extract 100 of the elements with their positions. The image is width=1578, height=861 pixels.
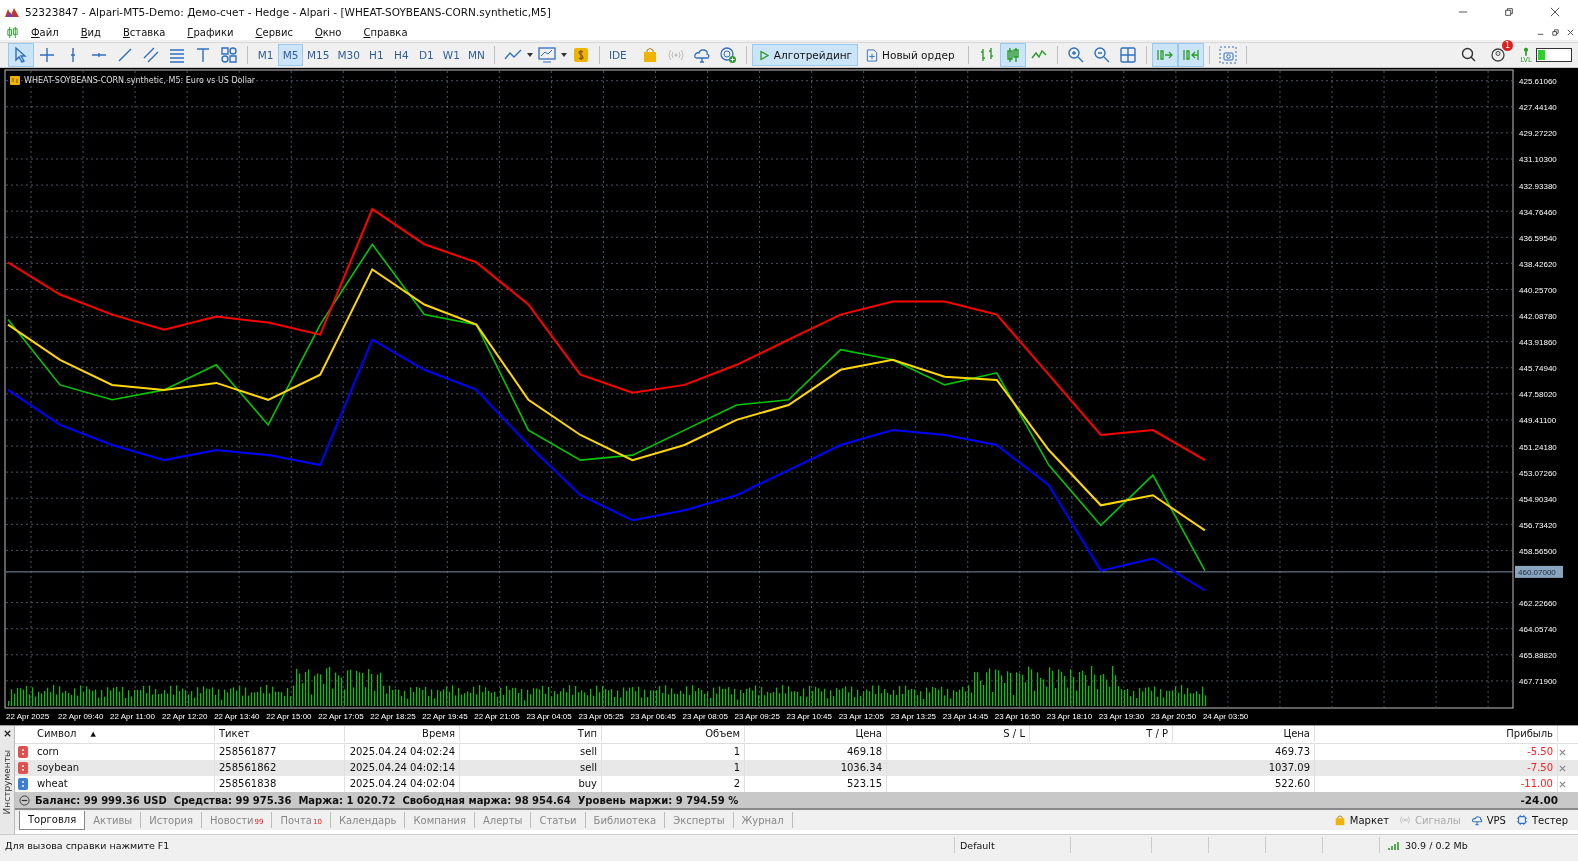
price-axis-label: 436.59540: [1519, 233, 1557, 243]
shopping-bag-icon: [1333, 814, 1346, 826]
restore-icon[interactable]: [1504, 7, 1514, 17]
timeframe-button[interactable]: D1: [413, 44, 439, 66]
status-help-text: Для вызова справки нажмите F1: [0, 837, 955, 853]
timeframe-button[interactable]: H1: [363, 44, 389, 66]
play-icon: [757, 48, 770, 62]
column-header[interactable]: Тип: [460, 726, 602, 743]
menu-item[interactable]: Сервис: [255, 26, 293, 38]
time-axis-label: 23 Apr 04:05: [526, 712, 572, 721]
timeframe-button[interactable]: MN: [463, 44, 489, 66]
menu-item[interactable]: Файл: [31, 26, 59, 38]
column-header[interactable]: Тикет: [215, 726, 345, 743]
column-label: Цена: [855, 727, 882, 742]
price-axis-label: 434.76460: [1519, 207, 1557, 217]
column-header[interactable]: Прибыль: [1315, 726, 1558, 743]
time-axis-label: 22 Apr 18:25: [370, 712, 416, 721]
chart-title: WHEAT-SOYBEANS-CORN.synthetic, M5: Euro vs US Dollar: [24, 76, 256, 85]
price-axis-label: 442.08780: [1519, 312, 1557, 322]
column-header[interactable]: Цена: [1173, 726, 1315, 743]
column-label: Прибыль: [1506, 727, 1553, 742]
column-label: Объем: [705, 727, 740, 742]
collapse-icon[interactable]: [19, 794, 30, 806]
column-header[interactable]: Цена: [745, 726, 887, 743]
price-axis-label: 431.10300: [1519, 155, 1557, 165]
column-label: Тип: [577, 727, 597, 742]
chart-shift-icon[interactable]: [1177, 43, 1204, 67]
panel-tab[interactable]: Почта$_{10}$: [272, 812, 331, 828]
panel-title: Инструменты: [2, 750, 12, 815]
candlestick-icon: [6, 25, 19, 39]
time-axis-label: 22 Apr 11:00: [110, 712, 155, 721]
time-axis-label: 22 Apr 19:45: [422, 712, 468, 721]
restore-icon[interactable]: [1551, 27, 1560, 37]
time-axis-label: 22 Apr 2025: [6, 712, 50, 721]
close-icon[interactable]: [1566, 27, 1575, 37]
time-axis-label: 22 Apr 17:05: [318, 712, 364, 721]
price-axis-label: 451.24180: [1519, 442, 1557, 452]
candlestick-icon[interactable]: [999, 43, 1026, 67]
autoscroll-icon[interactable]: [1151, 43, 1178, 67]
price-axis-label: 440.25700: [1519, 285, 1557, 295]
time-axis-label: 23 Apr 05:25: [578, 712, 624, 721]
timeframe-button[interactable]: M15: [303, 44, 334, 66]
time-axis-label: 23 Apr 08:05: [682, 712, 728, 721]
price-axis-label: 425.61060: [1519, 77, 1557, 87]
time-axis-label: 23 Apr 09:25: [734, 712, 780, 721]
column-header[interactable]: Время: [345, 726, 460, 743]
timeframe-button[interactable]: W1: [438, 44, 464, 66]
service-link[interactable]: VPS: [1470, 814, 1506, 826]
algotrading-button[interactable]: Алготрейдинг: [751, 44, 859, 66]
close-icon[interactable]: [1550, 7, 1560, 17]
time-axis-label: 22 Apr 21:05: [474, 712, 520, 721]
cursor-icon[interactable]: [8, 43, 34, 67]
time-axis-label: 23 Apr 14:45: [942, 712, 989, 721]
column-label: Символ: [37, 727, 77, 742]
panel-tab[interactable]: Новости$_{99}$: [202, 812, 273, 828]
time-axis-label: 23 Apr 13:25: [890, 712, 937, 721]
column-label: Тикет: [219, 727, 250, 742]
cloud-icon: [1470, 814, 1483, 826]
menu-item[interactable]: Графики: [187, 26, 234, 38]
status-profile: Default: [955, 837, 1071, 853]
app-logo-icon: [4, 6, 20, 18]
price-axis-label: 432.93380: [1519, 181, 1557, 191]
traffic-text: 30.9 / 0.2 Mb: [1405, 839, 1468, 851]
price-axis-label: 443.91860: [1519, 338, 1557, 348]
total-profit: -24.00: [1520, 794, 1558, 806]
price-axis-label: 465.88820: [1519, 651, 1557, 661]
timeframe-button[interactable]: M5: [278, 44, 303, 66]
current-price-label: 460.07000: [1515, 565, 1563, 578]
ref-line-label: 460.07000: [1518, 568, 1557, 578]
ide-button[interactable]: IDE: [604, 44, 631, 66]
signal-waves-icon: [1399, 814, 1411, 826]
panel-tab[interactable]: Торговля: [19, 810, 86, 830]
time-axis-label: 23 Apr 18:10: [1046, 712, 1093, 721]
time-axis-label: 24 Apr 03:50: [1202, 712, 1249, 721]
time-axis-label: 23 Apr 19:30: [1098, 712, 1145, 721]
column-header[interactable]: Объем: [602, 726, 745, 743]
price-axis-label: 427.44140: [1519, 103, 1557, 113]
price-axis-label: 438.42620: [1519, 259, 1557, 269]
new-order-button[interactable]: Новый ордер: [860, 44, 961, 66]
signal-bars-icon: [1388, 840, 1400, 850]
price-axis-label: 449.41100: [1519, 416, 1557, 426]
menu-item[interactable]: Справка: [363, 26, 408, 38]
service-link[interactable]: Маркет: [1333, 814, 1389, 826]
price-axis-label: 429.27220: [1519, 129, 1557, 139]
price-axis-label: 462.22660: [1519, 599, 1557, 609]
column-header[interactable]: T / P: [1030, 726, 1173, 743]
timeframe-button[interactable]: M1: [253, 44, 278, 66]
column-label: S / L: [1003, 727, 1025, 742]
timeframe-button[interactable]: H4: [388, 44, 414, 66]
price-axis-label: 447.58020: [1519, 390, 1557, 400]
column-header[interactable]: S / L: [887, 726, 1030, 743]
timeframe-button[interactable]: M30: [333, 44, 364, 66]
menu-item[interactable]: Окно: [314, 26, 342, 38]
close-icon[interactable]: [2, 729, 12, 738]
menu-item[interactable]: Вставка: [122, 26, 166, 38]
chip-icon: [1515, 814, 1528, 826]
menu-item[interactable]: Вид: [80, 26, 101, 38]
service-link[interactable]: Тестер: [1515, 814, 1568, 826]
chart-symbol-icon: [10, 76, 20, 85]
price-axis-label: 467.71900: [1519, 677, 1557, 687]
